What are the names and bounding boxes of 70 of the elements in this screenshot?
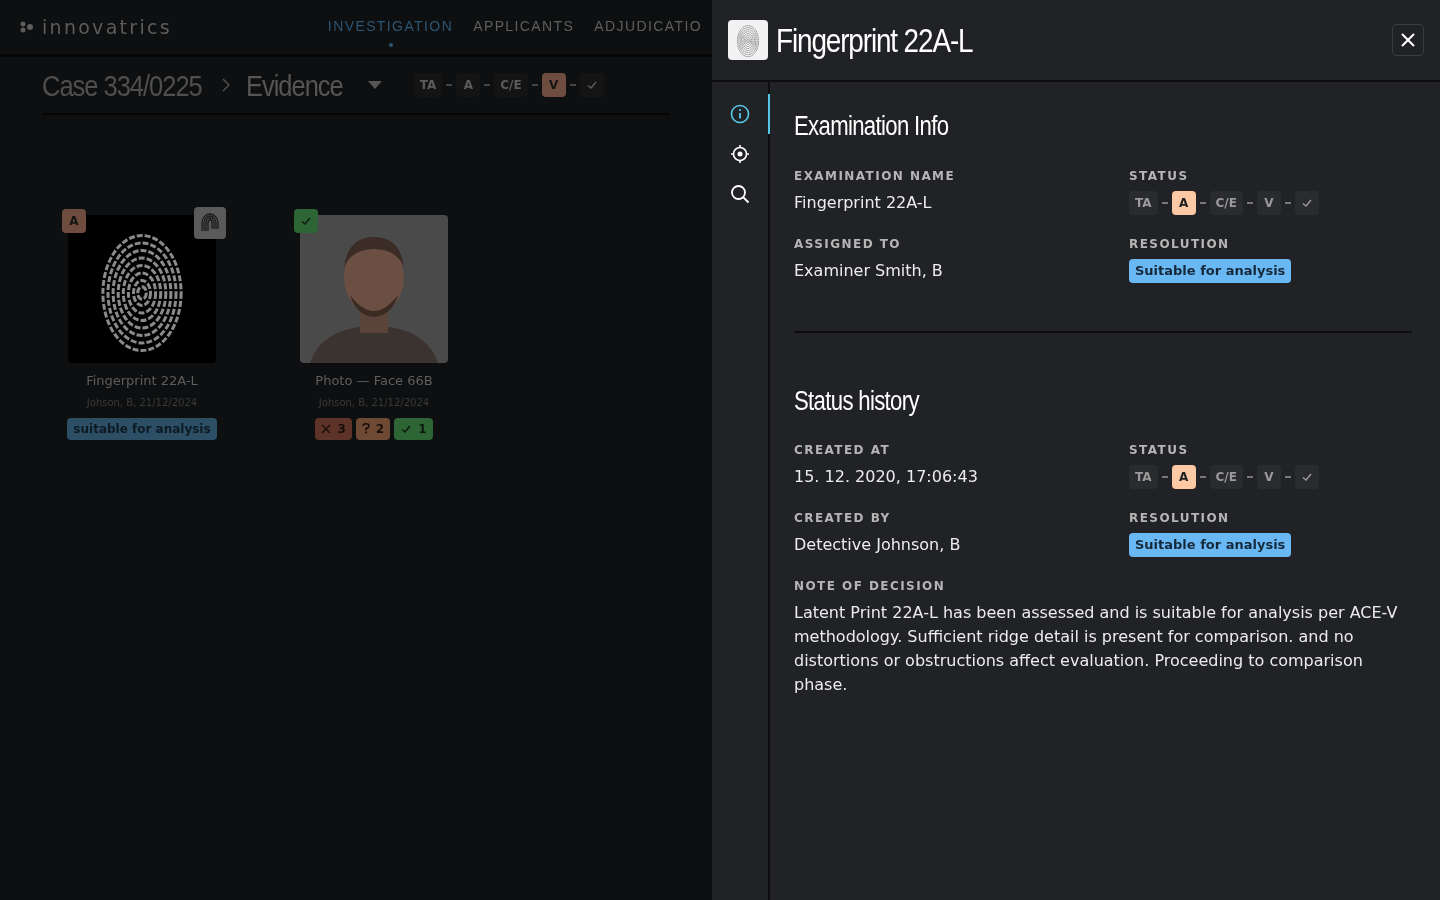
close-button[interactable] [1392,24,1424,56]
close-icon [1401,33,1415,47]
step-connector-icon [1246,201,1253,204]
field-label: STATUS [1129,167,1190,185]
step-connector-icon [1284,476,1291,478]
step-connector-icon [1199,201,1206,204]
section-heading: Status history [794,384,921,418]
status-step: V [1256,465,1281,489]
status-step: TA [413,73,443,97]
drawer-title: Fingerprint 22A-L [776,19,973,61]
check-icon [585,79,598,91]
status-badge: A [62,209,86,233]
step-connector-icon [484,84,491,86]
resolution-tag: suitable for analysis [67,417,217,440]
status-step: TA [1129,190,1158,215]
step-connector-icon [1199,476,1206,478]
field-value: 15. 12. 2020, 17:06:43 [794,466,979,488]
nav-tab[interactable]: APPLICANTS [473,3,575,51]
field-label: CREATED AT [794,442,892,459]
status-step: C/E [1209,465,1243,489]
nav-tab[interactable]: ADJUDICATIO [594,3,702,51]
step-connector-icon [446,84,453,86]
section-heading: Examination Info [794,110,950,143]
dropdown-caret-icon[interactable] [367,81,382,89]
status-step: A [1171,465,1196,489]
step-connector-icon [1246,476,1253,478]
status-step: A [1171,190,1196,215]
status-step: TA [1129,465,1158,489]
count-tag: 3 [315,417,352,440]
cross-icon [321,423,332,434]
check-icon [300,215,312,227]
field-label: STATUS [1129,442,1190,459]
field-label: ASSIGNED TO [794,235,902,253]
field-label: EXAMINATION NAME [794,167,957,185]
field-value: Fingerprint 22A-L [794,191,933,214]
check-icon [1300,471,1313,483]
card-title: Photo — Face 66B [315,372,433,390]
resolution-tag: Suitable for analysis [1129,258,1292,283]
case-title: Case 334/0225 [42,67,202,104]
chevron-right-icon [221,78,230,92]
field-label: RESOLUTION [1129,235,1231,253]
logo-icon [20,21,34,33]
step-connector-icon [569,84,576,86]
status-step: C/E [494,73,528,97]
field-label: NOTE OF DECISION [794,578,947,595]
search-icon [730,184,750,204]
field-value: Examiner Smith, B [794,259,944,282]
step-connector-icon [1161,201,1168,204]
target-icon [730,144,750,164]
count-tag: 1 [394,417,433,440]
question-icon [361,423,370,434]
step-connector-icon [1161,476,1168,478]
note-text: Latent Print 22A-L has been assessed and is suitable for analysis per ACE-V methodology. Sufficient ridge detail is present for comparison. and no distortions or obstructions affect evaluation. Proceeding to comparison phase. [794,602,1399,696]
field-label: CREATED BY [794,510,892,527]
field-value: Detective Johnson, B [794,534,962,556]
fingerprint-icon [201,213,219,233]
info-icon [730,104,750,124]
status-step: V [1256,190,1281,215]
field-label: RESOLUTION [1129,510,1231,527]
resolution-tag: Suitable for analysis [1129,533,1292,557]
step-connector-icon [1284,201,1291,204]
nav-tab[interactable]: INVESTIGATION [327,3,454,51]
logo-text: innovatrics [42,14,172,40]
card-title: Fingerprint 22A-L [86,372,198,390]
count-tag: 2 [355,417,391,440]
status-step: C/E [1209,190,1243,215]
status-step: A [456,73,481,97]
step-connector-icon [531,84,538,86]
status-step: V [541,73,566,97]
section-title: Evidence [245,67,343,104]
